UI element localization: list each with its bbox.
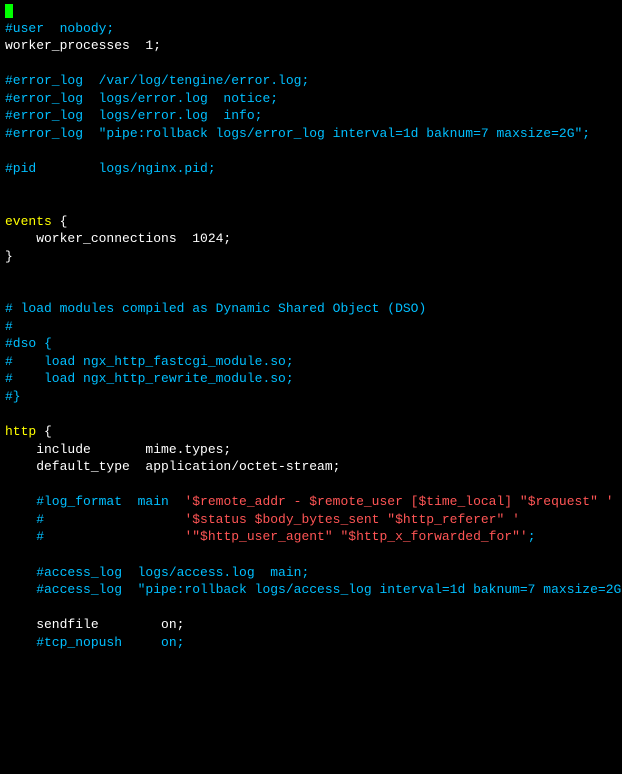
blank-line [5, 600, 13, 615]
code-line: #error_log "pipe:rollback logs/error_log… [5, 125, 617, 143]
config-text: include mime.types; [5, 442, 231, 457]
code-line [5, 599, 617, 617]
code-line [5, 195, 617, 213]
code-line: worker_processes 1; [5, 37, 617, 55]
code-line [5, 406, 617, 424]
string-text: '$remote_addr - $remote_user [$time_loca… [184, 494, 613, 509]
code-line: #user nobody; [5, 20, 617, 38]
comment-text: #tcp_nopush on; [5, 635, 184, 650]
code-line: #access_log logs/access.log main; [5, 564, 617, 582]
comment-text: #error_log "pipe:rollback logs/error_log… [5, 126, 590, 141]
code-line: #error_log /var/log/tengine/error.log; [5, 72, 617, 90]
config-text: sendfile on; [5, 617, 184, 632]
comment-text: #pid logs/nginx.pid; [5, 161, 216, 176]
config-text: default_type application/octet-stream; [5, 459, 340, 474]
code-line [5, 283, 617, 301]
terminal-cursor [5, 4, 13, 18]
code-line [5, 546, 617, 564]
blank-line [5, 407, 13, 422]
comment-text: #} [5, 389, 21, 404]
blank-line [5, 196, 13, 211]
code-line: # '"$http_user_agent" "$http_x_forwarded… [5, 528, 617, 546]
code-line: #error_log logs/error.log notice; [5, 90, 617, 108]
comment-text: #access_log logs/access.log main; [5, 565, 309, 580]
code-line: # [5, 318, 617, 336]
code-line: # load modules compiled as Dynamic Share… [5, 300, 617, 318]
code-line: # load ngx_http_rewrite_module.so; [5, 370, 617, 388]
config-text: { [36, 424, 52, 439]
keyword: events [5, 214, 52, 229]
comment-text: #error_log logs/error.log info; [5, 108, 262, 123]
comment-text: #error_log /var/log/tengine/error.log; [5, 73, 309, 88]
config-text: } [5, 249, 13, 264]
comment-text: # [5, 529, 184, 544]
code-line: # load ngx_http_fastcgi_module.so; [5, 353, 617, 371]
code-line [5, 177, 617, 195]
code-line: #pid logs/nginx.pid; [5, 160, 617, 178]
blank-line [5, 56, 13, 71]
code-line: } [5, 248, 617, 266]
code-line: http { [5, 423, 617, 441]
code-line: worker_connections 1024; [5, 230, 617, 248]
blank-line [5, 178, 13, 193]
blank-line [5, 547, 13, 562]
comment-text: # load ngx_http_rewrite_module.so; [5, 371, 294, 386]
code-line: include mime.types; [5, 441, 617, 459]
code-line [5, 476, 617, 494]
comment-text: #log_format main [5, 494, 184, 509]
code-line: default_type application/octet-stream; [5, 458, 617, 476]
comment-text: #user nobody; [5, 21, 114, 36]
comment-text: #dso { [5, 336, 52, 351]
code-line: sendfile on; [5, 616, 617, 634]
code-line: events { [5, 213, 617, 231]
code-line [5, 265, 617, 283]
comment-text: # load modules compiled as Dynamic Share… [5, 301, 426, 316]
config-text: { [52, 214, 68, 229]
comment-text: #access_log "pipe:rollback logs/access_l… [5, 582, 622, 597]
code-line [5, 142, 617, 160]
comment-text: ; [528, 529, 536, 544]
code-line: #log_format main '$remote_addr - $remote… [5, 493, 617, 511]
config-text: worker_connections 1024; [5, 231, 231, 246]
comment-text: # [5, 512, 184, 527]
blank-line [5, 477, 13, 492]
code-line: #tcp_nopush on; [5, 634, 617, 652]
code-line: #} [5, 388, 617, 406]
config-text: worker_processes 1; [5, 38, 161, 53]
blank-line [5, 266, 13, 281]
code-line: #dso { [5, 335, 617, 353]
code-line [5, 55, 617, 73]
comment-text: #error_log logs/error.log notice; [5, 91, 278, 106]
code-line: #error_log logs/error.log info; [5, 107, 617, 125]
code-line: # '$status $body_bytes_sent "$http_refer… [5, 511, 617, 529]
code-line: #access_log "pipe:rollback logs/access_l… [5, 581, 617, 599]
string-text: '$status $body_bytes_sent "$http_referer… [184, 512, 519, 527]
blank-line [5, 143, 13, 158]
keyword: http [5, 424, 36, 439]
comment-text: # [5, 319, 13, 334]
comment-text: # load ngx_http_fastcgi_module.so; [5, 354, 294, 369]
string-text: '"$http_user_agent" "$http_x_forwarded_f… [184, 529, 527, 544]
blank-line [5, 284, 13, 299]
